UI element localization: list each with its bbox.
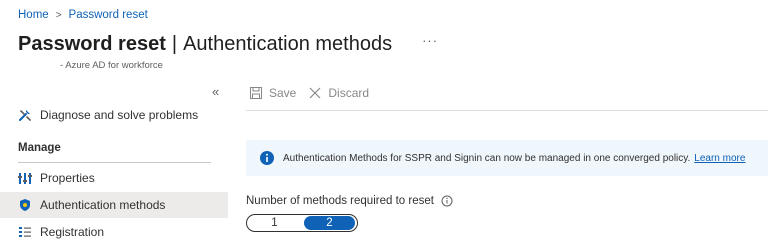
page-title-section: Authentication methods — [183, 33, 393, 55]
sidebar-item-diagnose[interactable]: Diagnose and solve problems — [0, 102, 228, 128]
methods-required-label: Number of methods required to reset — [246, 195, 453, 207]
info-icon — [260, 151, 274, 165]
page-title: Password reset | Authentication methods … — [18, 33, 438, 56]
sidebar-item-label: Properties — [40, 171, 95, 185]
methods-required-label-text: Number of methods required to reset — [246, 195, 434, 207]
sidebar-item-properties[interactable]: Properties — [0, 165, 228, 191]
shield-icon — [18, 198, 32, 212]
save-label: Save — [269, 86, 297, 100]
toolbar-divider — [246, 110, 768, 111]
close-icon — [309, 87, 321, 99]
option-1[interactable]: 1 — [249, 216, 300, 230]
save-button[interactable]: Save — [249, 86, 296, 100]
discard-button[interactable]: Discard — [308, 86, 369, 100]
collapse-sidebar-button[interactable]: « — [212, 84, 219, 99]
discard-label: Discard — [328, 86, 370, 100]
page-title-main: Password reset — [18, 33, 166, 55]
info-tooltip-icon[interactable] — [441, 195, 453, 207]
more-options-button[interactable]: ··· — [422, 33, 438, 48]
sidebar-item-label: Authentication methods — [40, 198, 166, 212]
breadcrumb-current-link[interactable]: Password reset — [69, 9, 148, 21]
option-2[interactable]: 2 — [304, 216, 355, 230]
save-icon — [250, 87, 262, 99]
title-separator: | — [171, 33, 178, 55]
properties-icon — [18, 171, 32, 185]
breadcrumb-separator: > — [55, 9, 62, 21]
sidebar-item-registration[interactable]: Registration — [0, 219, 228, 245]
sidebar-item-label: Diagnose and solve problems — [40, 108, 199, 122]
registration-icon — [18, 225, 32, 239]
sidebar-section-heading: Manage — [18, 142, 61, 154]
sidebar-item-authentication-methods[interactable]: Authentication methods — [0, 192, 228, 218]
info-message-text: Authentication Methods for SSPR and Sign… — [283, 152, 691, 164]
wrench-icon — [18, 108, 32, 122]
sidebar-item-label: Registration — [40, 225, 105, 239]
info-message-bar: Authentication Methods for SSPR and Sign… — [246, 140, 768, 176]
sidebar-divider — [18, 162, 211, 163]
command-bar: Save Discard — [249, 86, 381, 100]
learn-more-link[interactable]: Learn more — [694, 153, 745, 164]
breadcrumb-home-link[interactable]: Home — [18, 9, 49, 21]
breadcrumb: Home > Password reset — [18, 9, 148, 21]
methods-required-toggle[interactable]: 1 2 — [246, 214, 358, 232]
page-subtitle: - Azure AD for workforce — [60, 60, 163, 71]
